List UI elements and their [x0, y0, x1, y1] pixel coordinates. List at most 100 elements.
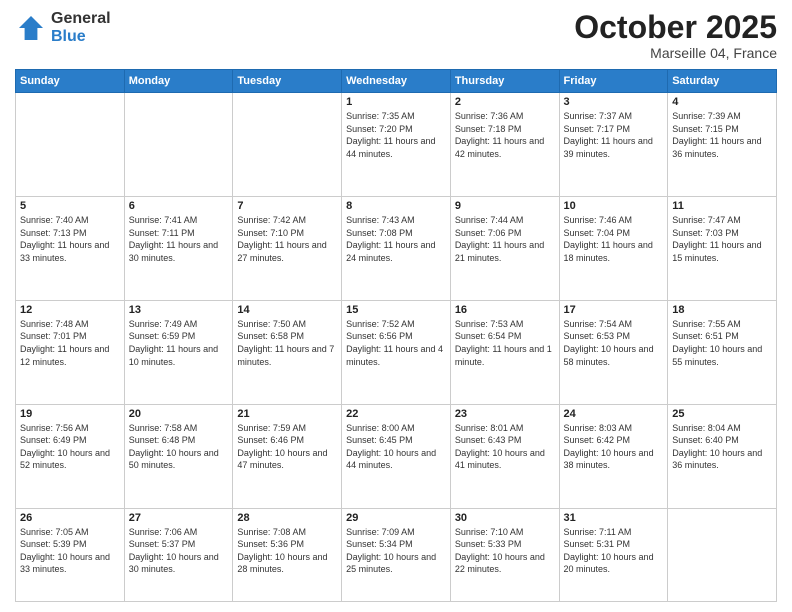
- day-info: Sunrise: 7:55 AM Sunset: 6:51 PM Dayligh…: [672, 318, 772, 368]
- header: General Blue October 2025 Marseille 04, …: [15, 10, 777, 61]
- day-info: Sunrise: 7:44 AM Sunset: 7:06 PM Dayligh…: [455, 214, 555, 264]
- day-number: 19: [20, 408, 120, 420]
- header-wednesday: Wednesday: [342, 70, 451, 93]
- day-info: Sunrise: 7:41 AM Sunset: 7:11 PM Dayligh…: [129, 214, 229, 264]
- day-number: 14: [237, 304, 337, 316]
- calendar-cell: 25 Sunrise: 8:04 AM Sunset: 6:40 PM Dayli…: [668, 404, 777, 508]
- day-number: 21: [237, 408, 337, 420]
- day-info: Sunrise: 7:08 AM Sunset: 5:36 PM Dayligh…: [237, 526, 337, 576]
- day-number: 8: [346, 200, 446, 212]
- day-number: 11: [672, 200, 772, 212]
- day-number: 4: [672, 96, 772, 108]
- header-sunday: Sunday: [16, 70, 125, 93]
- weekday-header-row: Sunday Monday Tuesday Wednesday Thursday…: [16, 70, 777, 93]
- calendar-cell: 13Sunrise: 7:49 AM Sunset: 6:59 PM Dayli…: [124, 300, 233, 404]
- day-info: Sunrise: 7:52 AM Sunset: 6:56 PM Dayligh…: [346, 318, 446, 368]
- week-row-3: 19 Sunrise: 7:56 AM Sunset: 6:49 PM Dayli…: [16, 404, 777, 508]
- day-info: Sunrise: 7:46 AM Sunset: 7:04 PM Dayligh…: [564, 214, 664, 264]
- day-number: 22: [346, 408, 446, 420]
- day-info: Sunrise: 7:53 AM Sunset: 6:54 PM Dayligh…: [455, 318, 555, 368]
- day-number: 13: [129, 304, 229, 316]
- day-info: Sunrise: 7:06 AM Sunset: 5:37 PM Dayligh…: [129, 526, 229, 576]
- day-number: 27: [129, 512, 229, 524]
- calendar-cell: 23Sunrise: 8:01 AM Sunset: 6:43 PM Dayli…: [450, 404, 559, 508]
- calendar-cell: [124, 93, 233, 197]
- day-number: 18: [672, 304, 772, 316]
- header-monday: Monday: [124, 70, 233, 93]
- day-info: Sunrise: 7:54 AM Sunset: 6:53 PM Dayligh…: [564, 318, 664, 368]
- day-number: 20: [129, 408, 229, 420]
- day-number: 29: [346, 512, 446, 524]
- week-row-4: 26Sunrise: 7:05 AM Sunset: 5:39 PM Dayli…: [16, 508, 777, 602]
- calendar-cell: 19 Sunrise: 7:56 AM Sunset: 6:49 PM Dayli…: [16, 404, 125, 508]
- day-number: 3: [564, 96, 664, 108]
- calendar-cell: 24 Sunrise: 8:03 AM Sunset: 6:42 PM Dayli…: [559, 404, 668, 508]
- day-number: 25: [672, 408, 772, 420]
- day-info: Sunrise: 7:43 AM Sunset: 7:08 PM Dayligh…: [346, 214, 446, 264]
- logo-general: General: [51, 10, 111, 28]
- day-number: 5: [20, 200, 120, 212]
- header-saturday: Saturday: [668, 70, 777, 93]
- calendar-cell: [668, 508, 777, 602]
- calendar-cell: 21Sunrise: 7:59 AM Sunset: 6:46 PM Dayli…: [233, 404, 342, 508]
- location-subtitle: Marseille 04, France: [574, 45, 777, 61]
- week-row-2: 12 Sunrise: 7:48 AM Sunset: 7:01 PM Dayli…: [16, 300, 777, 404]
- day-number: 28: [237, 512, 337, 524]
- day-info: Sunrise: 8:00 AM Sunset: 6:45 PM Dayligh…: [346, 422, 446, 472]
- week-row-0: 1 Sunrise: 7:35 AM Sunset: 7:20 PM Daylig…: [16, 93, 777, 197]
- calendar-cell: 28 Sunrise: 7:08 AM Sunset: 5:36 PM Dayli…: [233, 508, 342, 602]
- calendar-cell: 11 Sunrise: 7:47 AM Sunset: 7:03 PM Dayli…: [668, 197, 777, 301]
- day-info: Sunrise: 7:50 AM Sunset: 6:58 PM Dayligh…: [237, 318, 337, 368]
- day-info: Sunrise: 7:40 AM Sunset: 7:13 PM Dayligh…: [20, 214, 120, 264]
- day-number: 7: [237, 200, 337, 212]
- day-number: 9: [455, 200, 555, 212]
- day-info: Sunrise: 7:39 AM Sunset: 7:15 PM Dayligh…: [672, 110, 772, 160]
- calendar-cell: 14 Sunrise: 7:50 AM Sunset: 6:58 PM Dayli…: [233, 300, 342, 404]
- calendar-cell: 6 Sunrise: 7:41 AM Sunset: 7:11 PM Daylig…: [124, 197, 233, 301]
- calendar-cell: [233, 93, 342, 197]
- calendar-cell: 10 Sunrise: 7:46 AM Sunset: 7:04 PM Dayli…: [559, 197, 668, 301]
- day-number: 2: [455, 96, 555, 108]
- day-info: Sunrise: 7:10 AM Sunset: 5:33 PM Dayligh…: [455, 526, 555, 576]
- calendar-cell: 20 Sunrise: 7:58 AM Sunset: 6:48 PM Dayli…: [124, 404, 233, 508]
- calendar-cell: 26Sunrise: 7:05 AM Sunset: 5:39 PM Dayli…: [16, 508, 125, 602]
- day-number: 1: [346, 96, 446, 108]
- day-number: 10: [564, 200, 664, 212]
- day-info: Sunrise: 7:47 AM Sunset: 7:03 PM Dayligh…: [672, 214, 772, 264]
- day-info: Sunrise: 7:58 AM Sunset: 6:48 PM Dayligh…: [129, 422, 229, 472]
- day-number: 30: [455, 512, 555, 524]
- header-thursday: Thursday: [450, 70, 559, 93]
- calendar-cell: 4 Sunrise: 7:39 AM Sunset: 7:15 PM Daylig…: [668, 93, 777, 197]
- calendar-cell: 15Sunrise: 7:52 AM Sunset: 6:56 PM Dayli…: [342, 300, 451, 404]
- day-number: 16: [455, 304, 555, 316]
- calendar-cell: 9 Sunrise: 7:44 AM Sunset: 7:06 PM Daylig…: [450, 197, 559, 301]
- logo-blue: Blue: [51, 28, 111, 46]
- day-info: Sunrise: 7:37 AM Sunset: 7:17 PM Dayligh…: [564, 110, 664, 160]
- day-number: 24: [564, 408, 664, 420]
- calendar-cell: 30 Sunrise: 7:10 AM Sunset: 5:33 PM Dayli…: [450, 508, 559, 602]
- day-number: 12: [20, 304, 120, 316]
- calendar-cell: 17 Sunrise: 7:54 AM Sunset: 6:53 PM Dayli…: [559, 300, 668, 404]
- title-block: October 2025 Marseille 04, France: [574, 10, 777, 61]
- day-info: Sunrise: 7:56 AM Sunset: 6:49 PM Dayligh…: [20, 422, 120, 472]
- header-friday: Friday: [559, 70, 668, 93]
- calendar-cell: 8 Sunrise: 7:43 AM Sunset: 7:08 PM Daylig…: [342, 197, 451, 301]
- calendar-cell: 29 Sunrise: 7:09 AM Sunset: 5:34 PM Dayli…: [342, 508, 451, 602]
- day-info: Sunrise: 7:48 AM Sunset: 7:01 PM Dayligh…: [20, 318, 120, 368]
- day-number: 17: [564, 304, 664, 316]
- day-info: Sunrise: 7:42 AM Sunset: 7:10 PM Dayligh…: [237, 214, 337, 264]
- month-title: October 2025: [574, 10, 777, 45]
- calendar-cell: 3 Sunrise: 7:37 AM Sunset: 7:17 PM Daylig…: [559, 93, 668, 197]
- day-info: Sunrise: 7:36 AM Sunset: 7:18 PM Dayligh…: [455, 110, 555, 160]
- day-info: Sunrise: 8:03 AM Sunset: 6:42 PM Dayligh…: [564, 422, 664, 472]
- calendar-cell: 31Sunrise: 7:11 AM Sunset: 5:31 PM Dayli…: [559, 508, 668, 602]
- day-number: 6: [129, 200, 229, 212]
- day-number: 26: [20, 512, 120, 524]
- calendar-cell: 5 Sunrise: 7:40 AM Sunset: 7:13 PM Daylig…: [16, 197, 125, 301]
- day-info: Sunrise: 7:09 AM Sunset: 5:34 PM Dayligh…: [346, 526, 446, 576]
- day-info: Sunrise: 7:35 AM Sunset: 7:20 PM Dayligh…: [346, 110, 446, 160]
- page: General Blue October 2025 Marseille 04, …: [0, 0, 792, 612]
- logo-icon: [15, 12, 47, 44]
- calendar-cell: 2 Sunrise: 7:36 AM Sunset: 7:18 PM Daylig…: [450, 93, 559, 197]
- day-info: Sunrise: 8:04 AM Sunset: 6:40 PM Dayligh…: [672, 422, 772, 472]
